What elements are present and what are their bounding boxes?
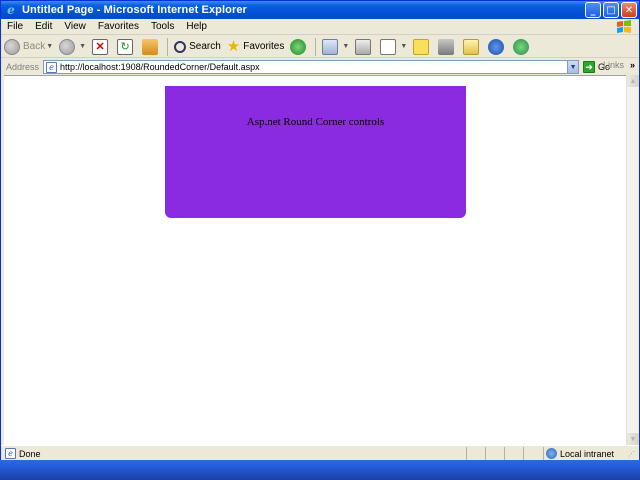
- panel-text: Asp.net Round Corner controls: [246, 116, 385, 128]
- note-icon: [413, 38, 430, 55]
- windows-logo-icon: [613, 19, 635, 35]
- mail-button[interactable]: ▼: [319, 37, 352, 57]
- media-icon: [290, 38, 307, 55]
- menu-view[interactable]: View: [58, 21, 92, 32]
- forward-arrow-icon: [59, 38, 76, 55]
- status-pane: [504, 447, 523, 460]
- edit-icon: [380, 38, 397, 55]
- menu-favorites[interactable]: Favorites: [92, 21, 145, 32]
- network-icon: [488, 38, 505, 55]
- address-dropdown-icon[interactable]: ▼: [567, 61, 579, 73]
- forward-button[interactable]: ▼: [56, 37, 89, 57]
- menu-edit[interactable]: Edit: [29, 21, 58, 32]
- back-button[interactable]: Back ▼: [1, 37, 56, 57]
- messenger-icon: [463, 38, 480, 55]
- menu-help[interactable]: Help: [180, 21, 213, 32]
- refresh-icon: ↻: [117, 38, 134, 55]
- discuss-button[interactable]: [410, 37, 435, 57]
- zone-label: Local intranet: [560, 448, 615, 459]
- close-button[interactable]: ✕: [621, 2, 637, 18]
- minimize-button[interactable]: _: [585, 2, 601, 18]
- back-arrow-icon: [4, 38, 20, 55]
- chevron-right-icon[interactable]: »: [630, 60, 635, 70]
- standard-toolbar: Back ▼ ▼ ✕ ↻ Search ★ Favorites ▼ ▼: [1, 36, 639, 58]
- mail-icon: [322, 38, 339, 55]
- status-pane: [485, 447, 504, 460]
- magnifier-icon: [174, 40, 187, 53]
- status-text: Done: [19, 448, 41, 459]
- scroll-down-icon[interactable]: ▼: [627, 433, 639, 445]
- favorites-button[interactable]: ★ Favorites: [224, 37, 288, 57]
- forward-dropdown-icon[interactable]: ▼: [79, 43, 86, 50]
- home-button[interactable]: [139, 37, 164, 57]
- resize-grip-icon[interactable]: ⋰: [628, 450, 638, 460]
- search-label: Search: [189, 41, 221, 52]
- favorites-label: Favorites: [243, 41, 285, 52]
- stop-icon: ✕: [92, 38, 109, 55]
- address-bar: Address e http://localhost:1908/RoundedC…: [1, 59, 639, 75]
- toolbar-separator: [167, 37, 169, 56]
- security-zone[interactable]: Local intranet: [543, 447, 614, 460]
- printer-icon: [355, 38, 372, 55]
- home-icon: [142, 38, 159, 55]
- search-button[interactable]: Search: [171, 37, 224, 57]
- research-button[interactable]: [435, 37, 460, 57]
- back-label: Back: [23, 41, 46, 52]
- maximize-button[interactable]: □: [603, 2, 619, 18]
- links-label: Links: [602, 60, 624, 70]
- rounded-corner-panel: Asp.net Round Corner controls: [165, 86, 466, 218]
- status-bar: e Done Local intranet ⋰: [1, 445, 639, 461]
- status-pane: [523, 447, 542, 460]
- mail-dropdown-icon[interactable]: ▼: [342, 43, 349, 50]
- status-panes: [466, 447, 542, 460]
- network-button[interactable]: [485, 37, 510, 57]
- edit-button[interactable]: ▼: [377, 37, 410, 57]
- address-label: Address: [6, 62, 40, 72]
- links-toolbar[interactable]: Links »: [603, 60, 635, 70]
- toolbar-separator: [315, 37, 317, 56]
- scroll-up-icon[interactable]: ▲: [627, 75, 639, 87]
- stop-button[interactable]: ✕: [89, 37, 114, 57]
- address-url[interactable]: http://localhost:1908/RoundedCorner/Defa…: [60, 62, 260, 72]
- messenger-button[interactable]: [460, 37, 485, 57]
- page-icon: e: [46, 61, 58, 73]
- buddy-icon: [513, 38, 530, 55]
- menu-bar: File Edit View Favorites Tools Help: [1, 19, 639, 35]
- ie-logo-icon: e: [7, 3, 15, 17]
- media-button[interactable]: [287, 37, 312, 57]
- intranet-icon: [546, 448, 557, 459]
- edit-dropdown-icon[interactable]: ▼: [400, 43, 407, 50]
- print-button[interactable]: [352, 37, 377, 57]
- vertical-scrollbar[interactable]: ▲ ▼: [626, 75, 639, 445]
- browser-window: e Untitled Page - Microsoft Internet Exp…: [0, 0, 640, 480]
- title-bar[interactable]: e Untitled Page - Microsoft Internet Exp…: [1, 1, 639, 19]
- window-controls: _ □ ✕: [585, 2, 637, 18]
- star-icon: ★: [226, 37, 241, 55]
- research-icon: [438, 38, 455, 55]
- taskbar: [0, 460, 640, 480]
- go-arrow-icon: ➜: [583, 61, 596, 73]
- menu-tools[interactable]: Tools: [145, 21, 180, 32]
- page-content: Asp.net Round Corner controls: [4, 75, 626, 445]
- window-title: Untitled Page - Microsoft Internet Explo…: [22, 4, 247, 16]
- menu-file[interactable]: File: [1, 21, 29, 32]
- back-dropdown-icon[interactable]: ▼: [46, 43, 53, 50]
- msn-messenger-button[interactable]: [510, 37, 535, 57]
- page-status-icon: e: [5, 448, 16, 459]
- address-input[interactable]: e http://localhost:1908/RoundedCorner/De…: [43, 60, 580, 74]
- refresh-button[interactable]: ↻: [114, 37, 139, 57]
- status-pane: [466, 447, 485, 460]
